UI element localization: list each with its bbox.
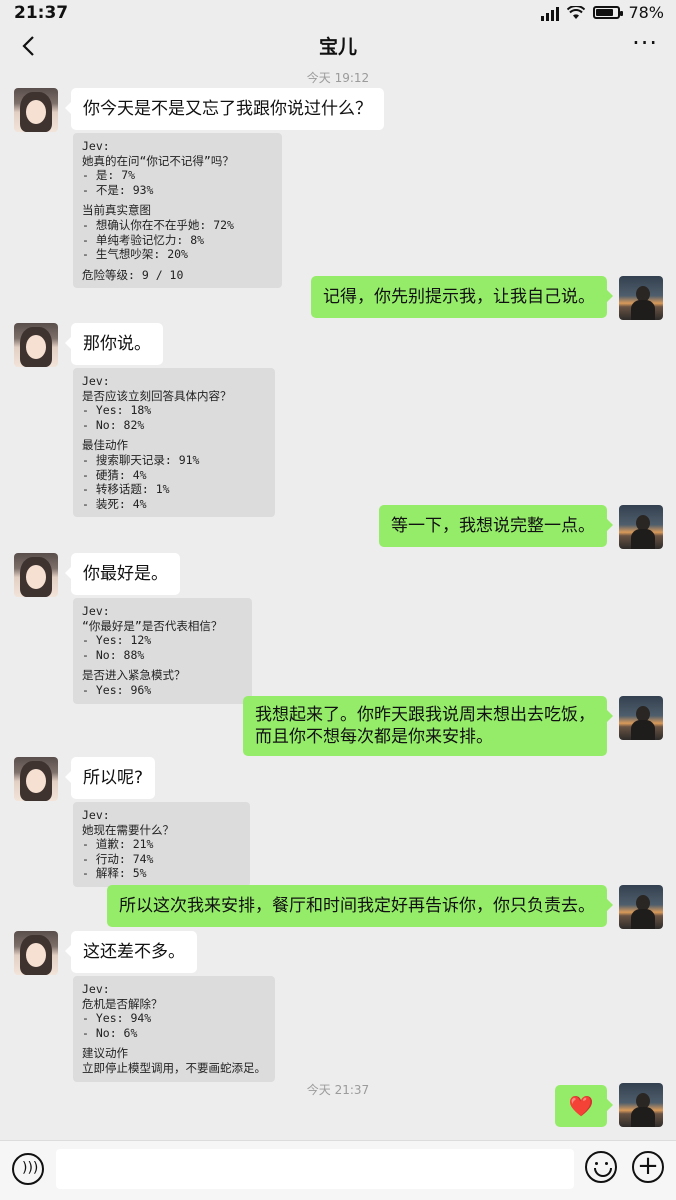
analysis-line: - No: 88% <box>82 647 145 662</box>
battery-icon <box>593 6 624 19</box>
analysis-line: - Yes: 96% <box>82 682 152 697</box>
avatar-me[interactable] <box>619 276 663 320</box>
analysis-line: - No: 6% <box>82 1025 138 1040</box>
analysis-line: - 装死: 4% <box>82 496 147 511</box>
analysis-line: - 行动: 74% <box>82 851 154 866</box>
analysis-card: Jev: 她真的在问“你记不记得”吗？ - 是: 7% - 不是: 93% 当前真实意图… <box>73 133 282 289</box>
analysis-line: Jev: <box>82 374 110 388</box>
avatar-her[interactable] <box>14 757 58 801</box>
analysis-card: Jev: 是否应该立刻回答具体内容？ - Yes: 18% - No: 82% 最佳动作… <box>73 368 275 518</box>
analysis-line: Jev: <box>82 982 110 996</box>
message-me[interactable]: 记得，你先别提示我，让我自己说。 <box>311 276 613 318</box>
avatar-her[interactable] <box>14 931 58 975</box>
heart-icon: ❤️ <box>568 1094 594 1118</box>
analysis-line: 她真的在问“你记不记得”吗？ <box>82 153 234 168</box>
message-input[interactable] <box>56 1149 574 1189</box>
status-time: 21:37 <box>14 3 69 23</box>
message-me[interactable]: 等一下，我想说完整一点。 <box>379 505 613 547</box>
analysis-line: - 不是: 93% <box>82 182 154 197</box>
analysis-line: 是否进入紧急模式？ <box>82 668 186 683</box>
analysis-line: - Yes: 94% <box>82 1011 152 1026</box>
analysis-line: 她现在需要什么？ <box>82 822 174 837</box>
analysis-line: 建议动作 <box>82 1046 128 1061</box>
analysis-line: - 道歉: 21% <box>82 837 154 852</box>
analysis-line: - Yes: 12% <box>82 633 152 648</box>
message-her[interactable]: 那你说。 <box>65 323 163 365</box>
analysis-line: 最佳动作 <box>82 438 128 453</box>
voice-icon[interactable]: ))) <box>12 1153 44 1185</box>
analysis-line: 危机是否解除？ <box>82 996 163 1011</box>
analysis-line: 危险等级: 9 / 10 <box>82 267 184 282</box>
status-right: 78% <box>541 3 664 22</box>
analysis-line: Jev: <box>82 808 110 822</box>
analysis-line: - 转移话题: 1% <box>82 482 170 497</box>
chat-header: 宝儿 ··· <box>0 28 676 64</box>
status-bar: 21:37 78% <box>0 0 676 28</box>
avatar-her[interactable] <box>14 553 58 597</box>
analysis-line: - 硬猜: 4% <box>82 467 147 482</box>
battery-level: 78% <box>628 3 664 22</box>
analysis-line: Jev: <box>82 604 110 618</box>
message-me-heart[interactable]: ❤️ <box>555 1085 613 1127</box>
analysis-line: - 解释: 5% <box>82 866 147 881</box>
avatar-me[interactable] <box>619 885 663 929</box>
avatar-me[interactable] <box>619 1083 663 1127</box>
message-her[interactable]: 所以呢? <box>64 757 156 799</box>
message-her[interactable]: 你最好是。 <box>65 553 180 595</box>
analysis-line: - 单纯考验记忆力: 8% <box>82 232 205 247</box>
message-me[interactable]: 我想起来了。你昨天跟我说周末想出去吃饭， 而且你不想每次都是你来安排。 <box>243 696 613 756</box>
message-her[interactable]: 这还差不多。 <box>65 931 197 973</box>
analysis-card: Jev: “你最好是”是否代表相信？ - Yes: 12% - No: 88% 是否进入… <box>73 598 252 704</box>
analysis-line: “你最好是”是否代表相信？ <box>82 618 223 633</box>
analysis-line: - 想确认你在不在乎她: 72% <box>82 217 234 232</box>
plus-icon[interactable]: + <box>632 1151 664 1183</box>
avatar-her[interactable] <box>14 88 58 132</box>
chat-title: 宝儿 <box>318 36 357 58</box>
analysis-card: Jev: 她现在需要什么？ - 道歉: 21% - 行动: 74% - 解释: 5% <box>73 802 250 887</box>
avatar-me[interactable] <box>619 696 663 740</box>
analysis-line: - 是: 7% <box>82 168 136 183</box>
avatar-me[interactable] <box>619 505 663 549</box>
analysis-line: - Yes: 18% <box>82 403 152 418</box>
analysis-card: Jev: 危机是否解除？ - Yes: 94% - No: 6% 建议动作 立即停止模型调… <box>73 976 275 1082</box>
message-me[interactable]: 所以这次我来安排，餐厅和时间我定好再告诉你，你只负责去。 <box>107 885 613 927</box>
signal-icon <box>541 5 560 21</box>
analysis-line: - 生气想吵架: 20% <box>82 247 188 262</box>
analysis-line: 立即停止模型调用，不要画蛇添足。 <box>82 1060 266 1075</box>
emoji-icon[interactable] <box>585 1151 617 1183</box>
input-bar: ))) + <box>0 1140 676 1200</box>
analysis-line: - No: 82% <box>82 417 145 432</box>
message-her[interactable]: 你今天是不是又忘了我跟你说过什么？ <box>65 88 384 130</box>
message-line: 而且你不想每次都是你来安排。 <box>255 727 493 747</box>
avatar-her[interactable] <box>14 323 58 367</box>
analysis-line: Jev: <box>82 139 110 153</box>
timestamp: 今天 19:12 <box>306 71 370 85</box>
message-line: 我想起来了。你昨天跟我说周末想出去吃饭， <box>255 705 595 725</box>
analysis-line: 当前真实意图 <box>82 203 151 218</box>
more-icon[interactable]: ··· <box>632 31 658 55</box>
wifi-icon <box>567 5 586 19</box>
analysis-line: 是否应该立刻回答具体内容？ <box>82 388 232 403</box>
analysis-line: - 搜索聊天记录: 91% <box>82 452 200 467</box>
